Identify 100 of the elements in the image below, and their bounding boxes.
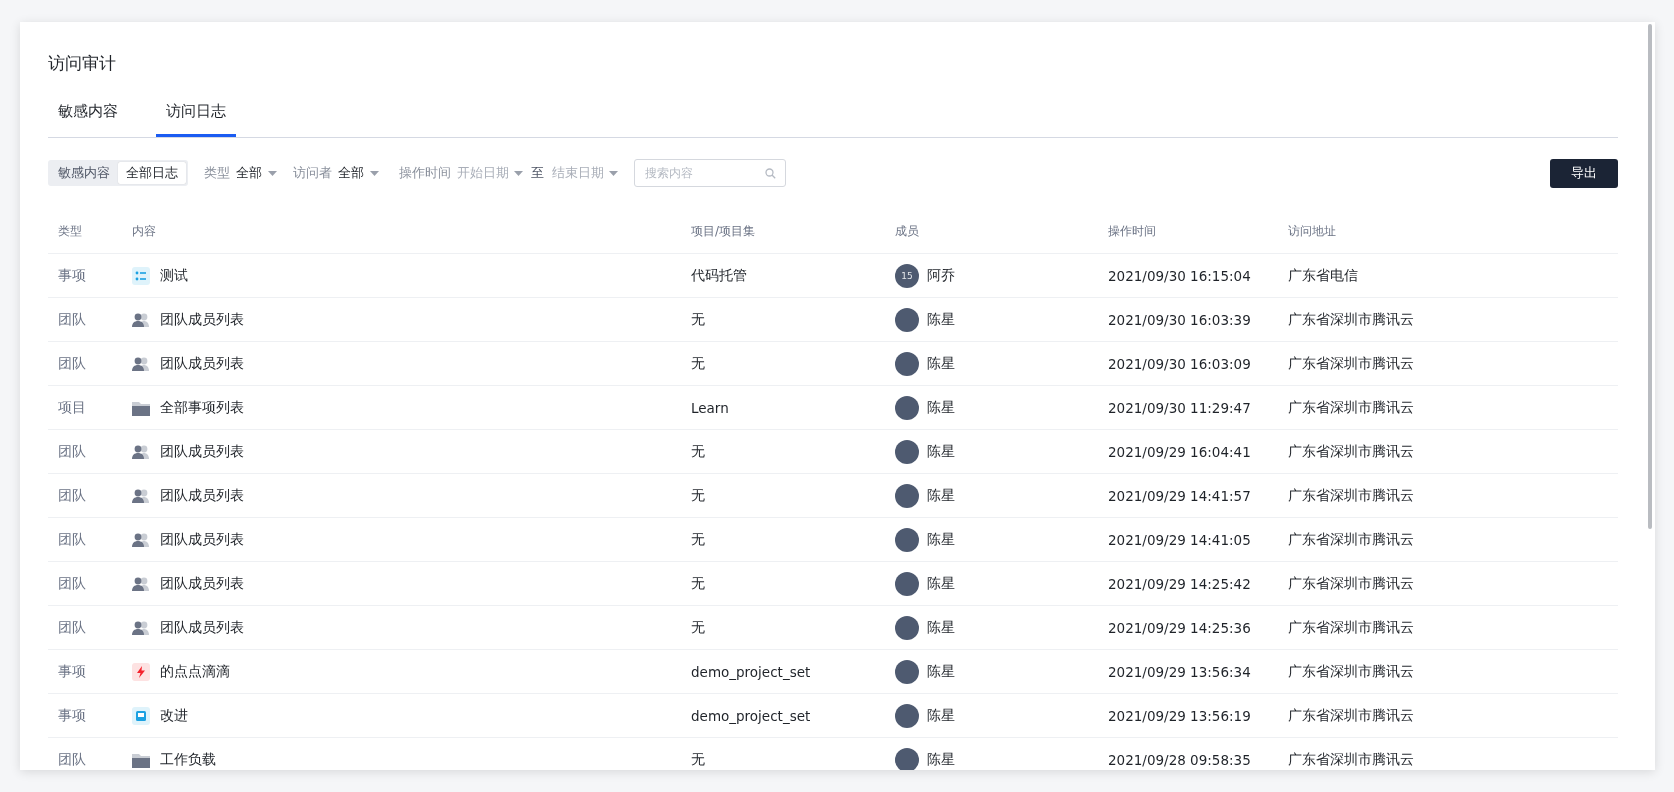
table-cell: 团队成员列表 — [160, 574, 244, 593]
avatar — [895, 351, 919, 376]
avatar — [895, 747, 919, 770]
table-cell: 团队成员列表 — [160, 486, 244, 505]
avatar: 15 — [895, 263, 919, 288]
avatar — [895, 395, 919, 420]
table-cell-text: 广东省深圳市腾讯云 — [1287, 354, 1415, 373]
table-cell: 全部事项列表 — [160, 398, 244, 417]
table-cell-text: 团队 — [57, 486, 87, 505]
table-cell-text: 广东省深圳市腾讯云 — [1287, 310, 1415, 329]
caret-icon — [370, 170, 379, 176]
page-title: 访问审计 — [48, 52, 117, 74]
table-cell-text: 广东省深圳市腾讯云 — [1287, 706, 1415, 725]
table-cell: 陈星 — [927, 530, 955, 549]
search-icon — [765, 168, 776, 179]
table-cell-text: 广东省深圳市腾讯云 — [1287, 618, 1415, 637]
table-cell-text: 团队 — [57, 354, 87, 373]
table-cell-text: 无 — [690, 486, 706, 505]
table-cell-text: 广东省深圳市腾讯云 — [1287, 398, 1415, 417]
column-header: 操作时间 — [1107, 223, 1157, 240]
people-icon — [132, 531, 150, 548]
table-cell-text: 2021/09/29 16:04:41 — [1107, 443, 1252, 460]
table-cell-text: demo_project_set — [690, 663, 812, 680]
filter-dropdown[interactable]: 类型 全部 — [204, 164, 277, 182]
table-cell-text: 广东省深圳市腾讯云 — [1287, 486, 1415, 505]
search-field[interactable]: 搜索内容 — [634, 159, 786, 187]
table-cell-text: 2021/09/30 16:15:04 — [1107, 267, 1252, 284]
table-cell-text: 广东省电信 — [1287, 266, 1359, 285]
avatar — [895, 615, 919, 640]
caret-icon — [514, 170, 523, 176]
table-cell-text: 广东省深圳市腾讯云 — [1287, 530, 1415, 549]
segment-tab[interactable]: 敏感内容 — [50, 162, 118, 184]
segment-tab[interactable]: 全部日志 — [118, 162, 186, 184]
table-cell-text: 团队 — [57, 618, 87, 637]
table-cell: 团队成员列表 — [160, 310, 244, 329]
inbox-icon — [132, 706, 150, 725]
table-cell-text: 2021/09/30 16:03:09 — [1107, 355, 1252, 372]
table-cell: 团队成员列表 — [160, 354, 244, 373]
table-cell-text: 团队 — [57, 530, 87, 549]
table-cell-text: 无 — [690, 530, 706, 549]
people-icon — [132, 619, 150, 636]
table-cell-text: 事项 — [57, 706, 87, 725]
table-cell-text: 2021/09/29 14:41:05 — [1107, 531, 1252, 548]
filter-label: 操作时间 — [399, 164, 451, 182]
export-button[interactable]: 导出 — [1550, 158, 1618, 188]
tab[interactable]: 访问日志 — [156, 102, 236, 137]
table-cell-text: 2021/09/30 11:29:47 — [1107, 399, 1252, 416]
folder-icon — [132, 751, 150, 768]
table-cell: 测试 — [160, 266, 188, 285]
column-header: 项目/项目集 — [690, 223, 757, 240]
list-icon — [132, 266, 150, 285]
column-header: 内容 — [131, 223, 157, 240]
table-cell-text: 项目 — [57, 398, 87, 417]
caret-icon — [609, 170, 618, 176]
table-cell-text: 团队 — [57, 310, 87, 329]
column-header: 类型 — [57, 223, 83, 240]
range-separator: 至 — [531, 164, 544, 182]
table-cell: 陈星 — [927, 354, 955, 373]
table-cell: 阿乔 — [927, 266, 955, 285]
column-header: 成员 — [894, 223, 920, 240]
scrollbar[interactable] — [1648, 24, 1652, 529]
table-cell-text: 2021/09/29 13:56:19 — [1107, 707, 1252, 724]
table-cell-text: 无 — [690, 310, 706, 329]
table-cell-text: 广东省深圳市腾讯云 — [1287, 750, 1415, 769]
table-cell-text: 广东省深圳市腾讯云 — [1287, 442, 1415, 461]
table-cell: 陈星 — [927, 310, 955, 329]
table-cell-text: 2021/09/29 14:25:36 — [1107, 619, 1252, 636]
table-cell-text: Learn — [690, 399, 730, 416]
table-cell-text: 无 — [690, 750, 706, 769]
table-cell: 陈星 — [927, 618, 955, 637]
table-cell-text: 无 — [690, 442, 706, 461]
table-cell-text: 团队 — [57, 574, 87, 593]
table-cell: 团队成员列表 — [160, 530, 244, 549]
avatar — [895, 307, 919, 332]
table-cell-text: 2021/09/29 13:56:34 — [1107, 663, 1252, 680]
table-cell-text: 2021/09/30 16:03:39 — [1107, 311, 1252, 328]
table-cell: 陈星 — [927, 574, 955, 593]
table-cell-text: 事项 — [57, 662, 87, 681]
people-icon — [132, 575, 150, 592]
column-header: 访问地址 — [1287, 223, 1337, 240]
tab[interactable]: 敏感内容 — [48, 102, 128, 137]
table-cell: 陈星 — [927, 398, 955, 417]
table-cell: 改进 — [160, 706, 188, 725]
people-icon — [132, 443, 150, 460]
table-cell-text: 2021/09/29 14:25:42 — [1107, 575, 1252, 592]
table-cell-text: 无 — [690, 354, 706, 373]
caret-icon — [268, 170, 277, 176]
table-cell-text: 无 — [690, 618, 706, 637]
filter-dropdown[interactable]: 访问者 全部 — [293, 164, 379, 182]
table-cell-text: 广东省深圳市腾讯云 — [1287, 662, 1415, 681]
table-cell: 陈星 — [927, 662, 955, 681]
lightning-icon — [132, 662, 150, 681]
table-cell-text: 广东省深圳市腾讯云 — [1287, 574, 1415, 593]
table-cell: 陈星 — [927, 486, 955, 505]
people-icon — [132, 487, 150, 504]
table-cell: 团队成员列表 — [160, 442, 244, 461]
table-cell: 团队成员列表 — [160, 618, 244, 637]
table-cell: 陈星 — [927, 706, 955, 725]
table-cell-text: 无 — [690, 574, 706, 593]
table-cell-text: 2021/09/29 14:41:57 — [1107, 487, 1252, 504]
